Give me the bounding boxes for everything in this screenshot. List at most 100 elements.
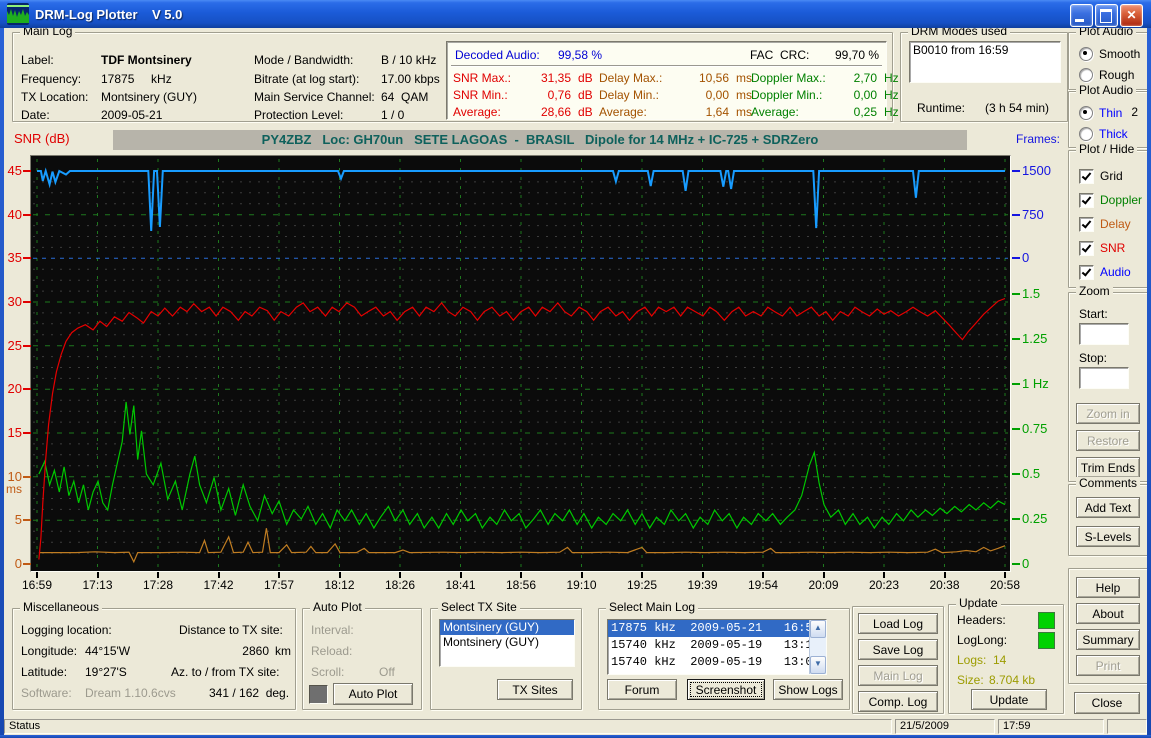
main-log-item[interactable]: 17875 kHz 2009-05-21 16:59: [608, 620, 809, 637]
frames-axis-tick-label: 1500: [1022, 163, 1051, 178]
close-button[interactable]: Close: [1074, 692, 1140, 714]
x-axis-tick-label: 20:23: [862, 578, 906, 592]
y-axis-tick: [23, 432, 31, 434]
y-axis-tick: [23, 301, 31, 303]
close-window-button[interactable]: ✕: [1120, 4, 1143, 27]
plot-hide-caption: Plot / Hide: [1076, 143, 1137, 156]
stat-row: Doppler Max.:2,70Hz: [751, 69, 899, 86]
radio-option-smooth[interactable]: Smooth: [1071, 43, 1145, 65]
print-button[interactable]: Print: [1076, 655, 1140, 676]
auto-plot-row-label: Scroll:: [311, 665, 344, 679]
y-axis-tick: [23, 563, 31, 565]
s-levels-button[interactable]: S-Levels: [1076, 526, 1140, 547]
minimize-button[interactable]: [1070, 4, 1093, 27]
y-axis-tick: [23, 388, 31, 390]
about-button[interactable]: About: [1076, 603, 1140, 624]
zoom-caption: Zoom: [1076, 285, 1113, 298]
checkbox-delay[interactable]: [1079, 217, 1094, 232]
mode-bandwidth-key: Mode / Bandwidth:: [254, 53, 353, 67]
update-button[interactable]: Update: [971, 689, 1047, 710]
doppler-axis-tick: [1012, 563, 1020, 565]
checkbox-option-doppler[interactable]: Doppler: [1071, 188, 1145, 212]
log-list-scrollbar[interactable]: ▲ ▼: [809, 620, 826, 674]
plot-svg: [31, 156, 1010, 571]
scroll-up-button[interactable]: ▲: [810, 620, 826, 638]
date-key: Date:: [21, 108, 50, 122]
drm-mode-item[interactable]: B0010 from 16:59: [910, 42, 1060, 58]
label-value: TDF Montsinery: [101, 53, 192, 67]
restore-button[interactable]: Restore: [1076, 430, 1140, 451]
size-label: Size:: [957, 673, 984, 687]
load-log-button[interactable]: Load Log: [858, 613, 938, 634]
zoom-stop-label: Stop:: [1071, 351, 1145, 365]
x-axis-tick-label: 17:57: [257, 578, 301, 592]
tx-site-item[interactable]: Montsinery (GUY): [440, 620, 574, 635]
x-axis-tick-label: 16:59: [15, 578, 59, 592]
auto-plot-button[interactable]: Auto Plot: [333, 683, 413, 705]
zoom-in-button[interactable]: Zoom in: [1076, 403, 1140, 424]
radio-thick[interactable]: [1079, 127, 1093, 141]
misc-caption: Miscellaneous: [20, 601, 102, 614]
title-bar[interactable]: DRM-Log Plotter V 5.0 ✕: [0, 0, 1151, 28]
checkbox-option-delay[interactable]: Delay: [1071, 212, 1145, 236]
tx-site-list[interactable]: Montsinery (GUY)Montsinery (GUY): [439, 619, 575, 667]
main-log-button[interactable]: Main Log: [858, 665, 938, 686]
runtime-label: Runtime:: [917, 101, 965, 115]
maximize-button[interactable]: [1095, 4, 1118, 27]
plot-area[interactable]: [30, 155, 1011, 572]
main-log-item[interactable]: 15740 kHz 2009-05-19 13:11: [608, 637, 809, 654]
auto-plot-row-value: Off: [379, 665, 395, 679]
window-border-left: [0, 0, 4, 738]
chart-header: PY4ZBZ Loc: GH70un SETE LAGOAS - BRASIL …: [113, 130, 967, 150]
doppler-axis-tick: [1012, 518, 1020, 520]
frames-axis-tick: [1012, 214, 1020, 216]
help-button[interactable]: Help: [1076, 577, 1140, 598]
x-axis-tick-label: 20:58: [983, 578, 1027, 592]
save-log-button[interactable]: Save Log: [858, 639, 938, 660]
log-actions-group: Load Log Save Log Main Log Comp. Log: [852, 606, 944, 714]
comp-log-button[interactable]: Comp. Log: [858, 691, 938, 712]
stat-row: Average:0,25Hz: [751, 103, 899, 120]
trim-ends-button[interactable]: Trim Ends: [1076, 457, 1140, 478]
checkbox-snr[interactable]: [1079, 241, 1094, 256]
summary-button[interactable]: Summary: [1076, 629, 1140, 650]
zoom-stop-input[interactable]: [1079, 367, 1129, 389]
stat-row: Average:1,64ms: [599, 103, 752, 120]
miscellaneous-group: Miscellaneous Logging location: Distance…: [12, 608, 296, 710]
zoom-start-input[interactable]: [1079, 323, 1129, 345]
doppler-axis-tick-label: 1.25: [1022, 331, 1047, 346]
radio-rough[interactable]: [1079, 68, 1093, 82]
tx-sites-button[interactable]: TX Sites: [497, 679, 573, 700]
checkbox-option-audio[interactable]: Audio: [1071, 260, 1145, 284]
size-value: 8.704 kb: [989, 673, 1035, 687]
logging-location-label: Logging location:: [21, 623, 112, 637]
radio-option-thick[interactable]: Thick: [1071, 123, 1145, 144]
checkbox-option-snr[interactable]: SNR: [1071, 236, 1145, 260]
fac-crc-label: FAC CRC:: [750, 48, 809, 62]
tx-site-item[interactable]: Montsinery (GUY): [440, 635, 574, 650]
radio-smooth[interactable]: [1079, 47, 1093, 61]
checkbox-option-grid[interactable]: Grid: [1071, 164, 1145, 188]
checkbox-grid[interactable]: [1079, 169, 1094, 184]
radio-thin[interactable]: [1079, 106, 1093, 120]
x-axis-tick-label: 19:10: [560, 578, 604, 592]
delay-series: [39, 528, 1005, 562]
doppler-axis-tick-label: 0.25: [1022, 511, 1047, 526]
doppler-axis-tick-label: 1 Hz: [1022, 376, 1049, 391]
scroll-down-button[interactable]: ▼: [810, 656, 826, 674]
main-log-list[interactable]: 17875 kHz 2009-05-21 16:5915740 kHz 2009…: [607, 619, 827, 675]
checkbox-doppler[interactable]: [1079, 193, 1094, 208]
drm-modes-group: DRM Modes used B0010 from 16:59 Runtime:…: [900, 32, 1068, 122]
add-text-button[interactable]: Add Text: [1076, 497, 1140, 518]
show-logs-button[interactable]: Show Logs: [773, 679, 843, 700]
auto-plot-row-label: Reload:: [311, 644, 352, 658]
x-axis-tick-label: 19:25: [620, 578, 664, 592]
screenshot-button[interactable]: Screenshot: [687, 679, 765, 700]
main-log-item[interactable]: 15740 kHz 2009-05-19 13:05: [608, 654, 809, 671]
radio-option-thin[interactable]: Thin: [1071, 102, 1145, 123]
forum-button[interactable]: Forum: [607, 679, 677, 700]
drm-modes-list[interactable]: B0010 from 16:59: [909, 41, 1061, 83]
latitude-label: Latitude:: [21, 665, 67, 679]
x-axis-tick-label: 20:09: [802, 578, 846, 592]
checkbox-audio[interactable]: [1079, 265, 1094, 280]
